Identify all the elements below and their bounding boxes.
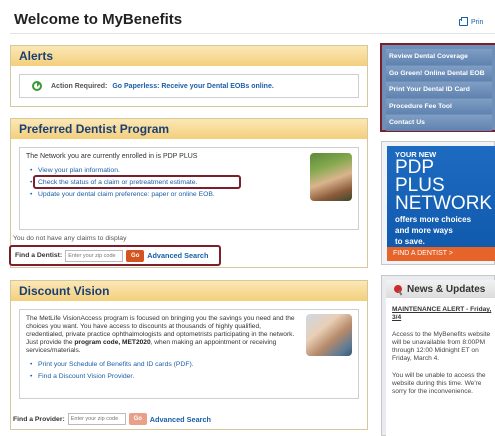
pushpin-icon [392, 283, 404, 295]
ad-line-4: offers more choices [395, 215, 472, 224]
claim-status-highlight [33, 175, 241, 189]
provider-advanced-search-link[interactable]: Advanced Search [150, 415, 211, 424]
provider-go-button[interactable]: Go [128, 413, 147, 425]
alerts-title: Alerts [11, 46, 367, 66]
recycle-icon [32, 81, 42, 91]
find-provider-label: Find a Provider: [13, 415, 65, 423]
claim-preference-link[interactable]: Update your dental claim preference: pap… [26, 191, 352, 198]
vision-links: Print your Schedule of Benefits and ID c… [26, 361, 352, 380]
alert-item: Action Required: Go Paperless: Receive y… [19, 74, 359, 98]
network-text: The Network you are currently enrolled i… [26, 153, 198, 160]
dentist-content: The Network you are currently enrolled i… [19, 147, 359, 230]
ad-banner: YOUR NEW PDP PLUS NETWORK offers more ch… [387, 146, 495, 261]
view-plan-link[interactable]: View your plan information. [26, 167, 352, 174]
menu-procedure-fee-tool[interactable]: Procedure Fee Tool [386, 98, 492, 114]
title-divider [10, 33, 495, 34]
printer-icon [459, 17, 468, 26]
vision-content: The MetLife VisionAccess program is focu… [19, 309, 359, 399]
menu-contact-us[interactable]: Contact Us [386, 115, 492, 131]
ad-line-2: PDP PLUS [395, 157, 445, 196]
go-paperless-link[interactable]: Go Paperless: Receive your Dental EOBs o… [112, 83, 273, 90]
find-vision-provider-link[interactable]: Find a Discount Vision Provider. [26, 373, 352, 380]
print-link[interactable]: Prin [459, 17, 484, 26]
news-paragraph-2: You will be unable to access the website… [392, 371, 486, 396]
pdp-plus-ad[interactable]: YOUR NEW PDP PLUS NETWORK offers more ch… [381, 141, 495, 265]
menu-online-dental-eob[interactable]: Go Green! Online Dental EOB [386, 65, 492, 81]
menu-review-dental-coverage[interactable]: Review Dental Coverage [386, 49, 492, 65]
news-paragraph-1: Access to the MyBenefits website will be… [392, 330, 491, 363]
alerts-panel: Alerts Action Required: Go Paperless: Re… [10, 45, 368, 107]
menu-print-id-card[interactable]: Print Your Dental ID Card [386, 82, 492, 98]
alert-prefix: Action Required: [51, 82, 108, 90]
find-dentist-ad-button[interactable]: FIND A DENTIST > [387, 247, 495, 261]
vision-photo [306, 314, 352, 356]
vision-title: Discount Vision [11, 281, 367, 301]
vision-description: The MetLife VisionAccess program is focu… [26, 315, 295, 355]
maintenance-alert-link[interactable]: MAINTENANCE ALERT - Friday, 3/4 [392, 306, 492, 323]
page-title: Welcome to MyBenefits [14, 11, 183, 28]
dentist-photo [310, 153, 352, 201]
dentist-title: Preferred Dentist Program [11, 119, 367, 139]
news-header: News & Updates [386, 280, 495, 298]
ad-line-5: and more ways [395, 226, 453, 235]
news-panel: News & Updates MAINTENANCE ALERT - Frida… [381, 275, 495, 436]
ad-line-6: to save. [395, 237, 425, 246]
news-body: MAINTENANCE ALERT - Friday, 3/4 Access t… [386, 298, 495, 397]
ad-line-3: NETWORK [395, 193, 493, 214]
news-title: News & Updates [407, 283, 486, 295]
print-label: Prin [471, 19, 484, 26]
print-schedule-link[interactable]: Print your Schedule of Benefits and ID c… [26, 361, 352, 368]
no-claims-text: You do not have any claims to display [13, 235, 127, 242]
dentist-panel: Preferred Dentist Program The Network yo… [9, 118, 368, 268]
find-dentist-highlight [9, 245, 221, 266]
find-provider-bar: Find a Provider: Go Advanced Search [13, 411, 211, 427]
quick-links-menu: Review Dental Coverage Go Green! Online … [380, 43, 495, 132]
vision-panel: Discount Vision The MetLife VisionAccess… [10, 280, 368, 430]
provider-zip-input[interactable] [67, 413, 126, 425]
